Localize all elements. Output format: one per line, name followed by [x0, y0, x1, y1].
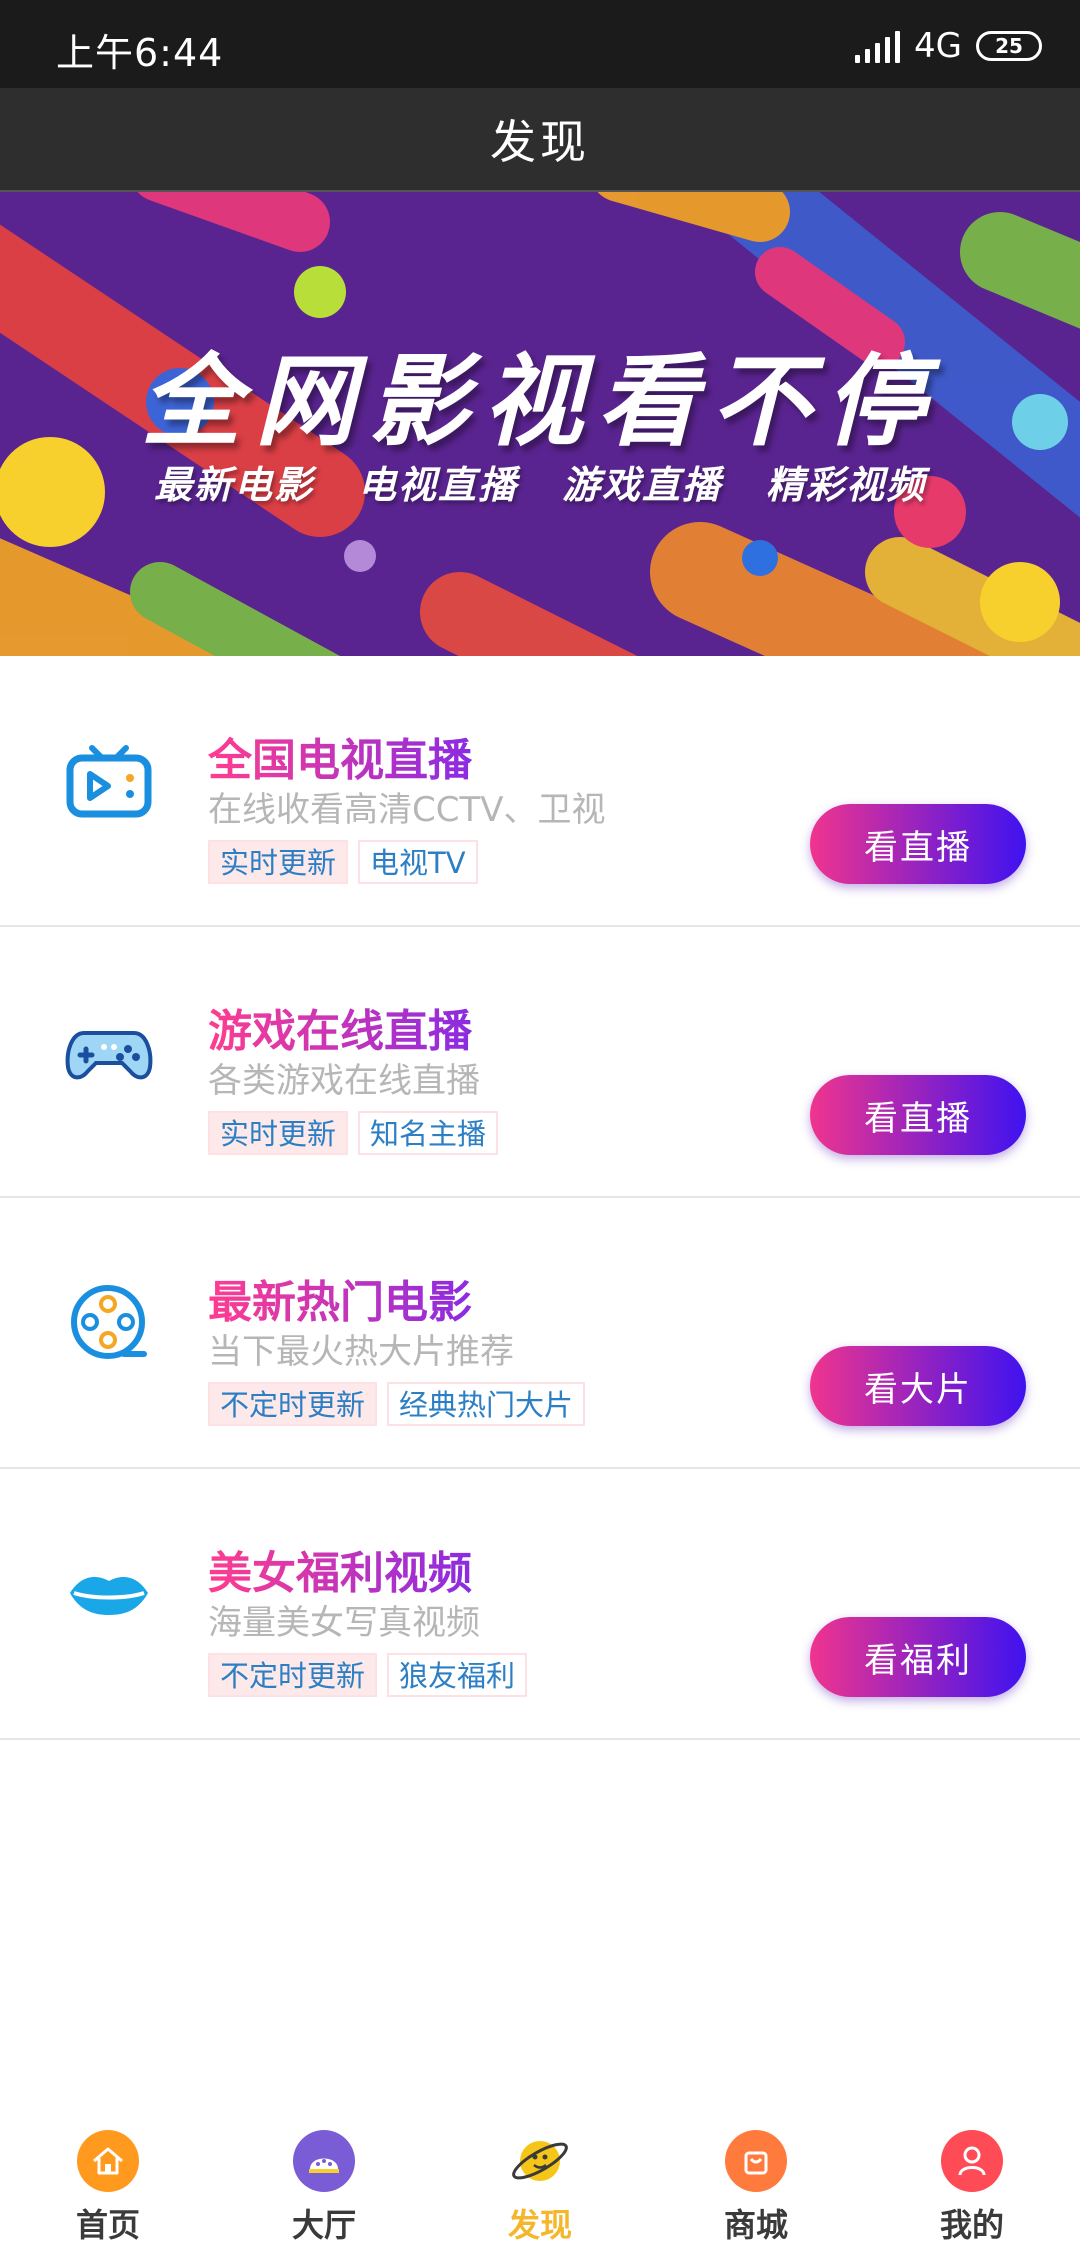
bottom-nav: 首页 大厅 发现 商城 我的 [0, 2112, 1080, 2248]
item-description: 各类游戏在线直播 [208, 1061, 480, 1101]
nav-discover[interactable]: 发现 [432, 2112, 648, 2248]
watch-movie-button[interactable]: 看大片 [810, 1346, 1026, 1426]
tag: 不定时更新 [208, 1653, 378, 1697]
banner-subtitle: 精彩视频 [766, 463, 927, 507]
list-item-game-live[interactable]: 游戏在线直播 各类游戏在线直播 实时更新 知名主播 看直播 [0, 927, 1080, 1198]
signal-icon [855, 29, 901, 63]
nav-label: 商城 [723, 2206, 788, 2244]
tag: 知名主播 [358, 1111, 499, 1155]
item-description: 当下最火热大片推荐 [208, 1332, 514, 1372]
page-header: 发现 [0, 88, 1080, 192]
tag: 电视TV [358, 840, 478, 884]
film-reel-icon [64, 1278, 154, 1368]
shop-icon [725, 2130, 787, 2192]
item-description: 海量美女写真视频 [208, 1603, 480, 1643]
tag: 实时更新 [208, 1111, 349, 1155]
status-bar: 上午6:44 4G 25 [0, 0, 1080, 88]
tag: 狼友福利 [387, 1653, 528, 1697]
item-title: 全国电视直播 [208, 724, 472, 788]
page-title: 发现 [490, 115, 590, 169]
discover-list: 全国电视直播 在线收看高清CCTV、卫视 实时更新 电视TV 看直播 游戏在线直… [0, 656, 1080, 1740]
item-tags: 实时更新 电视TV [208, 840, 478, 884]
profile-icon [941, 2130, 1003, 2192]
nav-label: 发现 [507, 2206, 572, 2244]
watch-live-button[interactable]: 看直播 [810, 1075, 1026, 1155]
planet-icon [509, 2130, 571, 2192]
item-description: 在线收看高清CCTV、卫视 [208, 790, 606, 830]
nav-profile[interactable]: 我的 [864, 2112, 1080, 2248]
network-type: 4G [914, 26, 962, 66]
home-icon [77, 2130, 139, 2192]
tag: 实时更新 [208, 840, 349, 884]
watch-live-button[interactable]: 看直播 [810, 804, 1026, 884]
battery-icon: 25 [976, 31, 1042, 61]
tv-icon [64, 736, 154, 826]
nav-label: 我的 [939, 2206, 1004, 2244]
watch-welfare-button[interactable]: 看福利 [810, 1617, 1026, 1697]
tag: 经典热门大片 [387, 1382, 586, 1426]
hall-icon [293, 2130, 355, 2192]
item-tags: 不定时更新 经典热门大片 [208, 1382, 586, 1426]
list-item-movies[interactable]: 最新热门电影 当下最火热大片推荐 不定时更新 经典热门大片 看大片 [0, 1198, 1080, 1469]
item-title: 美女福利视频 [208, 1537, 472, 1601]
item-tags: 不定时更新 狼友福利 [208, 1653, 528, 1697]
banner-subtitle: 游戏直播 [562, 463, 723, 507]
status-time: 上午6:44 [56, 31, 224, 75]
banner-subtitle: 电视直播 [357, 463, 518, 507]
banner-subtitles: 最新电影 电视直播 游戏直播 精彩视频 [0, 454, 1080, 509]
banner[interactable]: 全网影视看不停 最新电影 电视直播 游戏直播 精彩视频 [0, 192, 1080, 656]
tag: 不定时更新 [208, 1382, 378, 1426]
nav-hall[interactable]: 大厅 [216, 2112, 432, 2248]
list-item-welfare[interactable]: 美女福利视频 海量美女写真视频 不定时更新 狼友福利 看福利 [0, 1469, 1080, 1740]
nav-home[interactable]: 首页 [0, 2112, 216, 2248]
battery-level: 25 [995, 34, 1023, 58]
status-indicators: 4G 25 [855, 24, 1042, 68]
nav-label: 首页 [75, 2206, 140, 2244]
banner-title: 全网影视看不停 [141, 343, 939, 460]
item-title: 最新热门电影 [208, 1266, 472, 1330]
gamepad-icon [64, 1007, 154, 1097]
item-tags: 实时更新 知名主播 [208, 1111, 499, 1155]
nav-shop[interactable]: 商城 [648, 2112, 864, 2248]
item-title: 游戏在线直播 [208, 995, 472, 1059]
nav-label: 大厅 [291, 2206, 356, 2244]
lips-icon [64, 1549, 154, 1639]
banner-subtitle: 最新电影 [153, 463, 314, 507]
list-item-tv-live[interactable]: 全国电视直播 在线收看高清CCTV、卫视 实时更新 电视TV 看直播 [0, 656, 1080, 927]
